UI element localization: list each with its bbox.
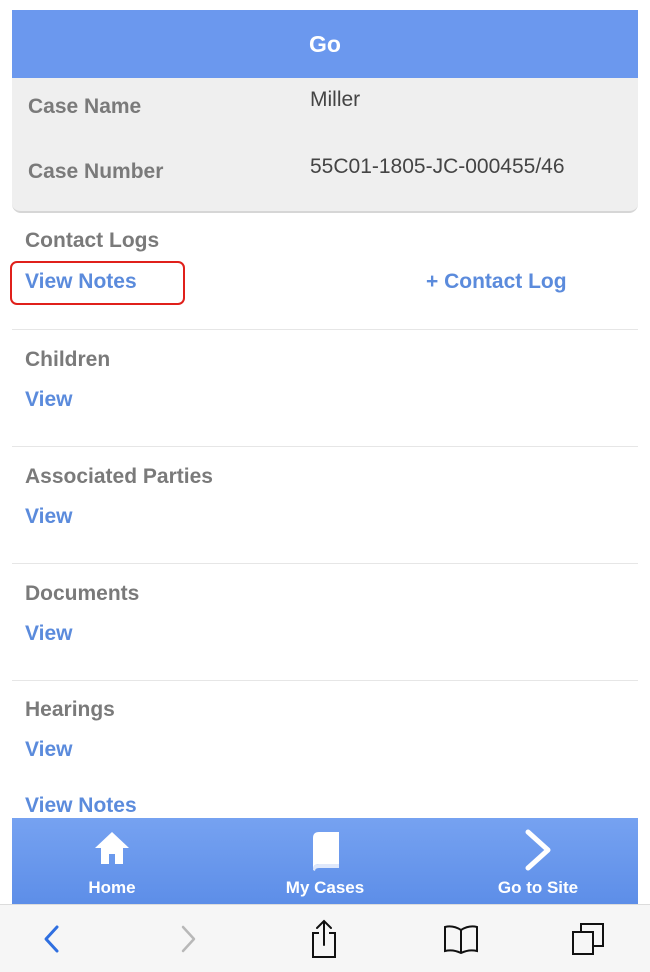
case-info-card: Case Name Miller Case Number 55C01-1805-… [12,78,638,213]
back-button[interactable] [22,905,82,972]
section-hearings: Hearings View [12,680,638,796]
home-icon [95,832,129,864]
chevron-right-icon [525,829,551,871]
view-children-link[interactable]: View [25,388,72,412]
tab-my-cases-label: My Cases [285,878,365,897]
case-name-label: Case Name [28,95,142,118]
book-icon [313,832,339,871]
forward-icon [181,925,196,952]
view-notes-link-bottom[interactable]: View Notes [25,794,137,818]
tabs-icon [572,922,604,955]
case-number-label: Case Number [28,160,164,183]
section-children: Children View [12,330,638,447]
back-icon [44,925,59,952]
browser-toolbar [0,904,650,972]
view-notes-link[interactable]: View Notes [25,270,137,294]
add-contact-log-link[interactable]: + Contact Log [426,270,567,294]
section-contact-logs: Contact Logs View Notes + Contact Log [12,213,638,330]
section-title-children: Children [25,348,111,371]
tab-home-label: Home [88,878,136,897]
tab-home[interactable]: Home [12,818,212,904]
section-associated-parties: Associated Parties View [12,447,638,564]
tabs-button[interactable] [558,905,618,972]
tab-my-cases[interactable]: My Cases [225,818,425,904]
share-button[interactable] [294,905,354,972]
view-documents-link[interactable]: View [25,622,72,646]
view-associated-parties-link[interactable]: View [25,505,72,529]
bookmarks-icon [444,924,478,954]
section-title-contact-logs: Contact Logs [25,229,160,252]
app-tab-bar: Home My Cases Go to Site [12,818,638,904]
section-title-documents: Documents [25,582,140,605]
case-name-value: Miller [310,88,361,111]
view-hearings-link[interactable]: View [25,738,72,762]
section-title-associated-parties: Associated Parties [25,465,213,488]
section-title-hearings: Hearings [25,698,115,721]
header-bar: Go [12,10,638,78]
tab-go-to-site[interactable]: Go to Site [438,818,638,904]
tab-go-to-site-label: Go to Site [497,878,579,897]
share-icon [312,919,336,958]
section-documents: Documents View [12,564,638,681]
bookmarks-button[interactable] [431,905,491,972]
header-title[interactable]: Go [309,31,341,58]
forward-button[interactable] [158,905,218,972]
case-number-value: 55C01-1805-JC-000455/46 [310,155,565,178]
